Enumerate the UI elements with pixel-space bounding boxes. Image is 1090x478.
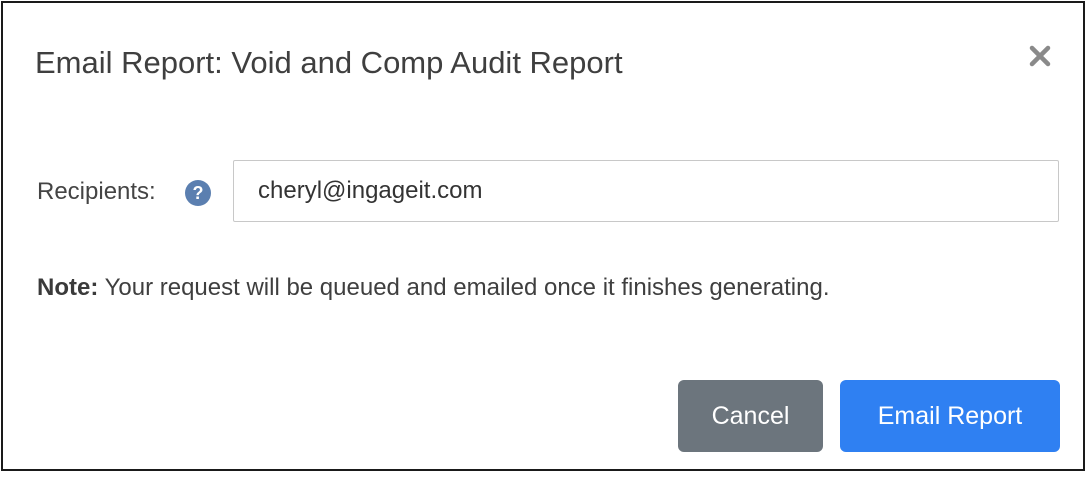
close-icon [1029,45,1051,67]
note-label: Note: [37,274,99,301]
cancel-button[interactable]: Cancel [678,380,823,452]
note-text: Note: Your request will be queued and em… [37,271,830,305]
dialog-title: Email Report: Void and Comp Audit Report [35,45,623,80]
help-button[interactable]: ? [184,179,212,207]
note-message: Your request will be queued and emailed … [98,274,830,301]
question-circle-icon: ? [185,180,211,206]
email-report-dialog: Email Report: Void and Comp Audit Report… [1,1,1085,471]
recipients-label: Recipients: [37,178,156,205]
svg-text:?: ? [193,183,204,203]
recipients-input[interactable] [233,160,1059,222]
close-button[interactable] [1027,43,1053,69]
email-report-button[interactable]: Email Report [840,380,1060,452]
